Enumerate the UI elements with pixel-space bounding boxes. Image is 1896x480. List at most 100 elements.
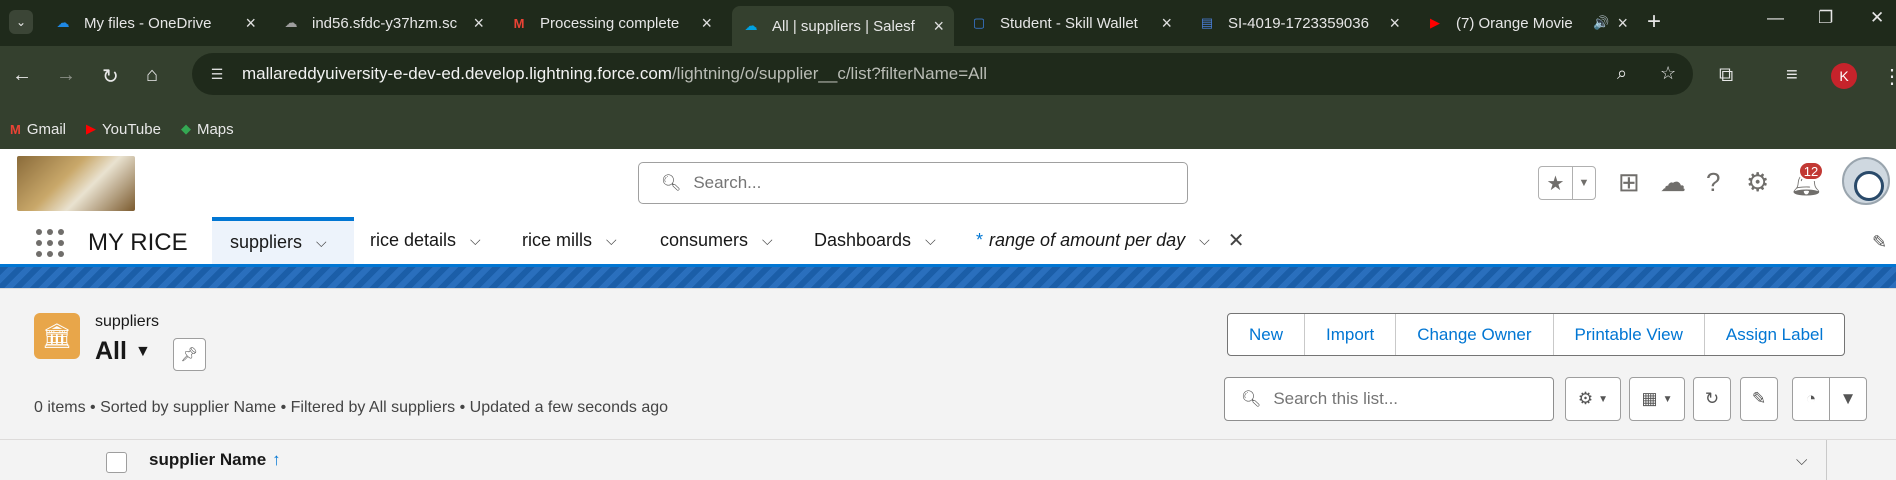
global-actions-plus-icon[interactable]: ⊞ [1618,167,1640,198]
pie-chart-icon: ◔ [1805,389,1817,408]
browser-tab-gmail[interactable]: M Processing complete × [500,6,722,40]
refresh-button[interactable]: ↻ [1693,377,1731,421]
chevron-down-icon[interactable]: ⌵ [925,232,936,249]
new-tab-plus-icon[interactable]: + [1647,8,1661,36]
bookmark-youtube[interactable]: ▶ YouTube [86,121,161,138]
site-info-icon[interactable]: ☰ [206,63,228,85]
filter-button[interactable]: ▼ [1829,377,1867,421]
home-icon[interactable]: ⌂ [146,64,158,87]
list-view-selector[interactable]: All ▼ [95,337,151,366]
close-tab-icon[interactable]: ✕ [1228,228,1245,253]
favorites-star-icon[interactable]: ★ [1539,167,1573,199]
profile-avatar[interactable]: K [1831,63,1857,89]
new-button[interactable]: New [1228,314,1306,355]
trailhead-icon[interactable]: ☁ [1660,167,1686,198]
printable-view-button[interactable]: Printable View [1554,314,1705,355]
display-as-button[interactable]: ▦ ▼ [1629,377,1685,421]
search-icon: 🔍︎ [661,175,682,192]
gear-icon: ⚙ [1577,389,1594,408]
edit-nav-pencil-icon[interactable]: ✎ [1872,232,1887,253]
chevron-down-icon[interactable]: ⌵ [1199,232,1210,249]
bookmarks-bar: M Gmail ▶ YouTube ◆ Maps [0,109,1896,149]
cloud-icon: ☁ [284,15,298,30]
global-header: 🔍︎ ★ ▼ ⊞ ☁ ? ⚙ 🔔︎ 12 [0,149,1896,217]
list-search-input[interactable] [1273,389,1544,409]
media-control-icon[interactable]: ≡ [1786,64,1798,87]
assign-label-button[interactable]: Assign Label [1705,314,1844,355]
column-header-supplier-name[interactable]: supplier Name ↑ [149,450,281,470]
close-icon[interactable]: × [1617,13,1628,34]
close-icon[interactable]: × [1161,13,1172,34]
list-search[interactable]: 🔍︎ [1224,377,1554,421]
nav-item-label: Dashboards [814,230,912,250]
browser-tab-si[interactable]: ▤ SI-4019-1723359036 × [1188,6,1410,40]
pin-list-view-button[interactable]: 📌︎ [173,338,206,371]
extensions-icon[interactable]: ⧉ [1719,64,1733,87]
browser-tab-youtube[interactable]: ▶ (7) Orange Movie 🔊 × [1416,6,1638,40]
browser-tab-onedrive[interactable]: ☁ My files - OneDrive × [44,6,266,40]
nav-item-label: consumers [660,230,749,250]
help-icon[interactable]: ? [1706,167,1720,198]
tab-title: My files - OneDrive [84,14,212,32]
browser-tab-skillwallet[interactable]: ▢ Student - Skill Wallet × [960,6,1182,40]
list-status-text: 0 items • Sorted by supplier Name • Filt… [34,399,669,416]
nav-item-label: rice details [370,230,457,250]
close-icon[interactable]: × [1389,13,1400,34]
list-controls-button[interactable]: ⚙ ▼ [1565,377,1621,421]
select-all-checkbox[interactable] [106,452,127,473]
forward-arrow-icon[interactable]: → [56,64,76,87]
url-text[interactable]: mallareddyuiversity-e-dev-ed.develop.lig… [242,64,987,84]
global-search[interactable]: 🔍︎ [638,162,1188,204]
bookmark-gmail[interactable]: M Gmail [10,121,66,138]
browser-tab-sfdc[interactable]: ☁ ind56.sfdc-y37hzm.sc × [272,6,494,40]
charts-button[interactable]: ◔ [1792,377,1830,421]
nav-item-temp-tab[interactable]: * range of amount per day ⌵ ✕ [958,217,1263,264]
tab-search-chevron-icon[interactable]: ⌄ [9,10,33,34]
user-avatar[interactable] [1842,157,1890,205]
bookmark-maps[interactable]: ◆ Maps [181,121,234,138]
import-button[interactable]: Import [1305,314,1397,355]
org-logo[interactable] [17,156,135,211]
window-close-icon[interactable]: ✕ [1870,8,1884,28]
chevron-down-icon: ▼ [1598,393,1609,405]
chevron-down-icon[interactable]: ⌵ [316,234,327,251]
browser-tab-salesforce[interactable]: ☁ All | suppliers | Salesf × [732,6,954,46]
more-menu-icon[interactable]: ⋮ [1882,64,1896,89]
close-icon[interactable]: × [701,13,712,34]
inline-edit-button[interactable]: ✎ [1740,377,1778,421]
close-icon[interactable]: × [473,13,484,34]
column-divider [1826,440,1827,480]
close-icon[interactable]: × [933,16,944,37]
chevron-down-icon[interactable]: ⌵ [470,232,481,249]
nav-item-suppliers[interactable]: suppliers ⌵ [212,217,354,264]
chevron-down-icon[interactable]: ⌵ [762,232,773,249]
chevron-down-icon[interactable]: ⌵ [606,232,617,249]
change-owner-button[interactable]: Change Owner [1396,314,1554,355]
chevron-down-icon: ▼ [1662,393,1673,405]
column-menu-chevron-icon[interactable]: ⌵ [1796,452,1807,469]
reload-icon[interactable]: ↻ [102,64,119,89]
close-icon[interactable]: × [245,13,256,34]
speaker-icon[interactable]: 🔊 [1593,15,1609,31]
document-icon: ▤ [1200,15,1214,30]
nav-item-dashboards[interactable]: Dashboards ⌵ [796,217,954,264]
restore-icon[interactable]: ❐ [1818,8,1833,28]
nav-item-rice-mills[interactable]: rice mills ⌵ [504,217,635,264]
address-bar[interactable]: ☰ mallareddyuiversity-e-dev-ed.develop.l… [192,53,1693,95]
nav-item-consumers[interactable]: consumers ⌵ [642,217,791,264]
nav-item-rice-details[interactable]: rice details ⌵ [352,217,499,264]
minimize-icon[interactable]: — [1767,8,1784,28]
supplier-object-icon: 🏛︎ [34,313,80,359]
table-icon: ▦ [1641,389,1658,408]
global-search-input[interactable] [693,173,1174,193]
app-launcher-icon[interactable] [36,229,64,257]
setup-gear-icon[interactable]: ⚙ [1746,167,1769,198]
zoom-icon[interactable]: ⌕ [1617,63,1627,84]
back-arrow-icon[interactable]: ← [12,64,32,87]
tab-title: All | suppliers | Salesf [772,17,915,35]
bookmark-star-icon[interactable]: ☆ [1660,63,1676,84]
object-label: suppliers [95,313,160,330]
bookmark-label: Maps [196,120,234,138]
favorites-chevron-down-icon[interactable]: ▼ [1573,167,1595,199]
skillwallet-icon: ▢ [972,15,986,30]
